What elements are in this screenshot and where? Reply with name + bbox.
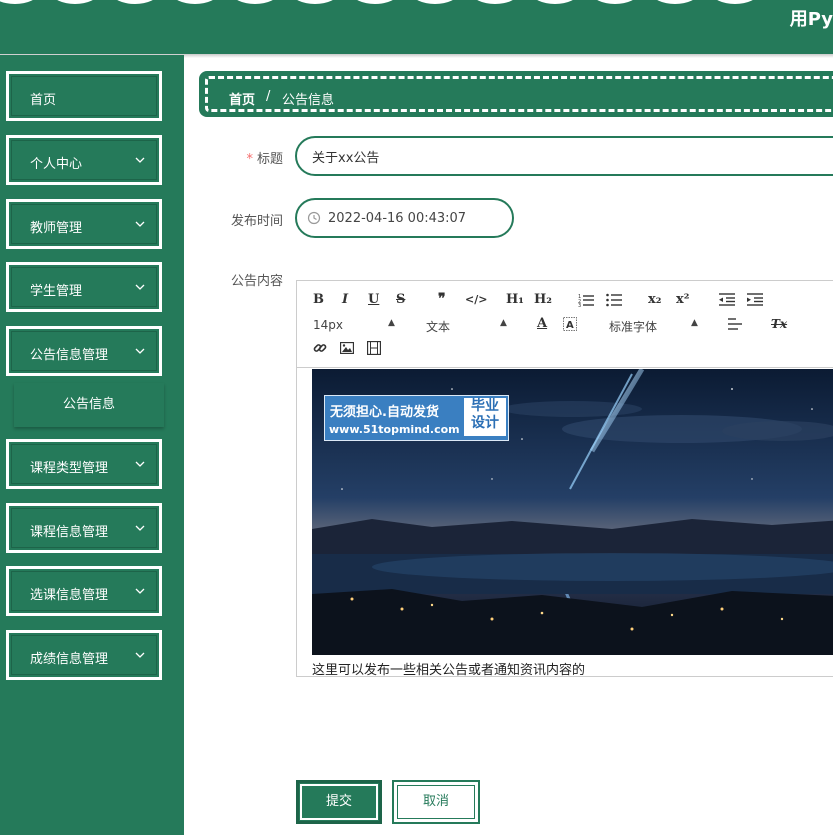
chevron-down-icon <box>135 284 145 290</box>
sidebar-item-teacher-management[interactable]: 教师管理 <box>6 199 162 249</box>
submit-button[interactable]: 提交 <box>296 780 382 824</box>
sidebar-item-course-info-management[interactable]: 课程信息管理 <box>6 503 162 553</box>
sidebar-item-personal-center[interactable]: 个人中心 <box>6 135 162 185</box>
sidebar-item-label: 课程信息管理 <box>30 525 109 540</box>
sidebar-item-label: 公告信息管理 <box>30 348 109 363</box>
title-label: * 标题 <box>193 148 283 167</box>
sidebar-item-label: 教师管理 <box>30 221 83 236</box>
chevron-down-icon <box>135 221 145 227</box>
chevron-down-icon <box>135 525 145 531</box>
outdent-icon[interactable] <box>719 293 735 306</box>
publish-time-picker[interactable]: 2022-04-16 00:43:07 <box>295 198 514 238</box>
watermark-badge-line-2: 设计 <box>471 415 499 431</box>
chevron-down-icon <box>135 157 145 163</box>
strikethrough-button[interactable]: S <box>396 292 405 307</box>
link-icon[interactable] <box>313 341 327 355</box>
bullet-list-icon[interactable] <box>606 293 622 307</box>
heading-1-button[interactable]: H₁ <box>506 292 524 307</box>
align-left-icon[interactable] <box>728 318 742 330</box>
sidebar-item-label: 成绩信息管理 <box>30 652 109 667</box>
inserted-night-sky-image: 无须担心.自动发货 www.51topmind.com 毕业 设计 <box>312 369 833 655</box>
sidebar-item-label: 选课信息管理 <box>30 588 109 603</box>
sidebar-item-label: 学生管理 <box>30 284 83 299</box>
cancel-button[interactable]: 取消 <box>392 780 480 824</box>
editor-toolbar: B I U S ❞ </> H₁ H₂ 123 x₂ x² 14px ▲ 文本 … <box>297 281 833 368</box>
watermark-line-2: www.51topmind.com <box>329 423 460 436</box>
breadcrumb-dashed-border: 首页 / 公告信息 <box>205 76 833 112</box>
title-input[interactable] <box>295 136 833 176</box>
chevron-down-icon <box>135 461 145 467</box>
breadcrumb-current: 公告信息 <box>282 93 335 108</box>
watermark-badge: 毕业 设计 <box>464 398 506 436</box>
font-family-arrow-icon: ▲ <box>691 318 698 328</box>
watermark-badge-line-1: 毕业 <box>471 398 499 414</box>
ordered-list-icon[interactable]: 123 <box>578 293 594 307</box>
italic-button[interactable]: I <box>342 292 348 307</box>
chevron-down-icon <box>135 652 145 658</box>
rich-text-editor[interactable]: B I U S ❞ </> H₁ H₂ 123 x₂ x² 14px ▲ 文本 … <box>296 280 833 678</box>
clear-format-button[interactable]: Tx <box>771 317 787 331</box>
chevron-down-icon <box>135 348 145 354</box>
underline-button[interactable]: U <box>368 292 379 307</box>
sidebar-subitem-notice[interactable]: 公告信息 <box>14 383 164 427</box>
indent-icon[interactable] <box>747 293 763 306</box>
required-mark: * <box>246 152 253 167</box>
watermark-banner: 无须担心.自动发货 www.51topmind.com 毕业 设计 <box>324 395 509 441</box>
subscript-button[interactable]: x₂ <box>648 292 661 307</box>
background-color-icon[interactable]: A <box>563 317 577 331</box>
paragraph-select[interactable]: 文本 <box>426 318 450 335</box>
chevron-down-icon <box>135 588 145 594</box>
video-icon[interactable] <box>367 341 381 355</box>
sidebar-item-label: 个人中心 <box>30 157 83 172</box>
content-label: 公告内容 <box>230 274 283 289</box>
app-title: 用Py <box>789 9 833 30</box>
sidebar: 首页 个人中心 教师管理 学生管理 公告信息管理 公告信息 课程类型管理 课程信… <box>0 55 184 835</box>
svg-text:A: A <box>566 320 574 331</box>
sidebar-item-selection-management[interactable]: 选课信息管理 <box>6 566 162 616</box>
font-size-select[interactable]: 14px <box>313 318 343 332</box>
text-color-button[interactable]: A <box>537 316 547 331</box>
editor-body-text[interactable]: 这里可以发布一些相关公告或者通知资讯内容的 <box>312 659 585 678</box>
clock-icon <box>307 211 321 225</box>
watermark-line-1: 无须担心.自动发货 <box>330 405 439 420</box>
publish-time-value: 2022-04-16 00:43:07 <box>328 211 467 226</box>
sidebar-item-course-type-management[interactable]: 课程类型管理 <box>6 439 162 489</box>
publish-time-label: 发布时间 <box>230 214 283 229</box>
image-icon[interactable] <box>340 342 354 354</box>
sidebar-subitem-label: 公告信息 <box>62 397 115 412</box>
breadcrumb-home-link[interactable]: 首页 <box>229 89 255 108</box>
paragraph-arrow-icon: ▲ <box>500 318 507 328</box>
sidebar-item-notice-management[interactable]: 公告信息管理 <box>6 326 162 376</box>
sidebar-item-label: 课程类型管理 <box>30 461 109 476</box>
sidebar-item-label: 首页 <box>30 93 57 108</box>
font-size-arrow-icon: ▲ <box>388 318 395 328</box>
blockquote-button[interactable]: ❞ <box>438 291 446 307</box>
sidebar-item-home[interactable]: 首页 <box>6 71 162 121</box>
code-block-button[interactable]: </> <box>465 293 487 306</box>
top-header: 用Py <box>0 0 833 54</box>
breadcrumb: 首页 / 公告信息 <box>199 71 833 117</box>
superscript-button[interactable]: x² <box>676 292 689 307</box>
sidebar-item-student-management[interactable]: 学生管理 <box>6 262 162 312</box>
breadcrumb-separator: / <box>266 89 271 104</box>
bold-button[interactable]: B <box>313 292 324 307</box>
svg-text:3: 3 <box>578 303 581 307</box>
title-label-text: 标题 <box>256 152 283 167</box>
sidebar-item-grade-management[interactable]: 成绩信息管理 <box>6 630 162 680</box>
heading-2-button[interactable]: H₂ <box>534 292 552 307</box>
font-family-select[interactable]: 标准字体 <box>609 318 657 335</box>
